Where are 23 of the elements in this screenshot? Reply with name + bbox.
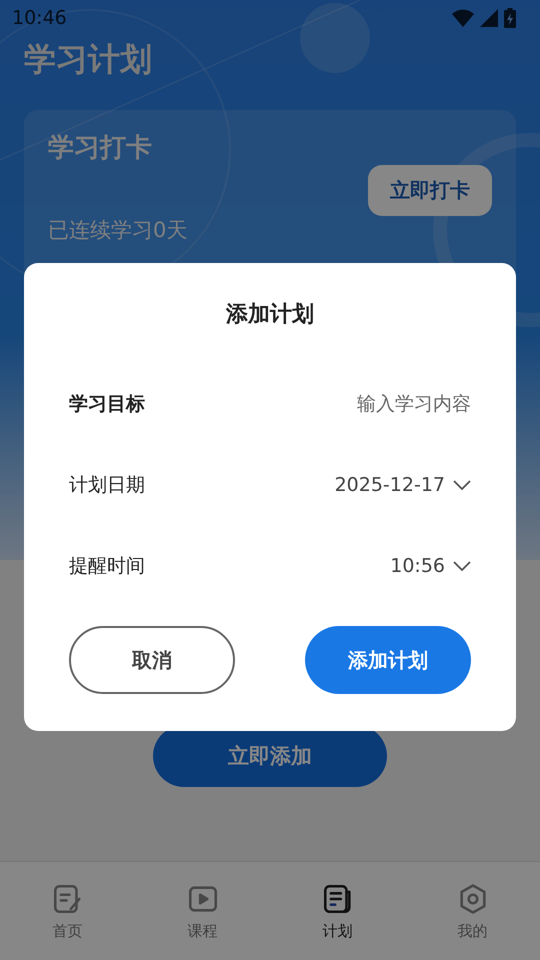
field-label: 提醒时间 [69,554,145,578]
field-label: 计划日期 [69,472,145,498]
streak-text: 已连续学习0天 [48,217,188,244]
page-title: 学习计划 [24,39,153,80]
battery-icon [504,8,516,28]
nav-tab[interactable]: 我的 [405,862,540,960]
dialog-title: 添加计划 [226,301,314,329]
signal-icon [480,9,498,27]
nav-tab[interactable]: 课程 [135,862,270,960]
wifi-icon [452,9,474,27]
status-time: 10:46 [12,7,67,29]
picker-value[interactable]: 10:56 [390,554,445,576]
card-title: 学习打卡 [48,132,153,165]
nav-tab[interactable]: 计划 [270,862,405,960]
confirm-button[interactable]: 添加计划 [305,626,471,694]
chevron-down-icon[interactable] [453,480,471,490]
nav-tab[interactable]: 首页 [0,862,135,960]
goal-input[interactable]: 输入学习内容 [271,392,471,414]
cancel-button[interactable]: 取消 [69,626,235,694]
checkin-button[interactable]: 立即打卡 [368,165,492,216]
field-label: 学习目标 [69,392,145,416]
chevron-down-icon[interactable] [453,560,471,570]
picker-value[interactable]: 2025-12-17 [334,474,445,496]
